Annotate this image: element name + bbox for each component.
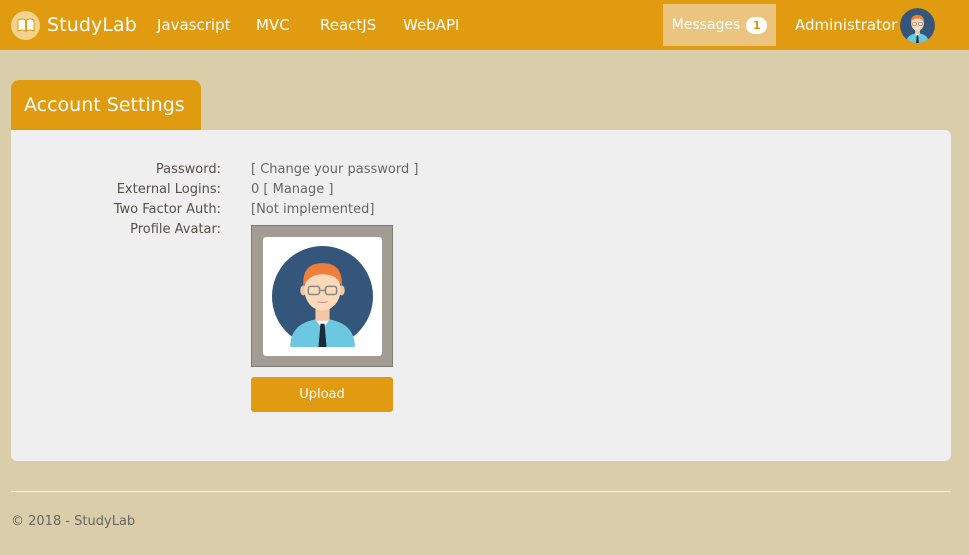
change-password-link[interactable]: [ Change your password ] [251,162,418,178]
open-book-icon [11,10,40,40]
user-avatar-icon [272,246,373,347]
page-title: Account Settings [24,94,185,116]
brand-link[interactable]: StudyLab [11,10,137,40]
avatar-preview-frame [251,225,393,367]
nav-link-webapi[interactable]: WebAPI [403,16,459,34]
top-navbar: StudyLab Javascript MVC ReactJS WebAPI M… [0,0,969,50]
nav-link-mvc[interactable]: MVC [256,16,290,34]
avatar-preview [263,237,382,356]
user-menu-name[interactable]: Administrator [795,16,897,34]
two-factor-value: [Not implemented] [251,202,375,217]
nav-link-javascript[interactable]: Javascript [157,16,230,34]
password-label: Password: [155,162,221,177]
messages-count-badge: 1 [746,16,768,34]
external-logins-label: External Logins: [116,182,221,197]
brand-name: StudyLab [47,14,137,36]
messages-label: Messages [671,17,741,33]
footer-divider [11,491,951,492]
manage-external-logins-link[interactable]: 0 [ Manage ] [251,182,333,198]
user-avatar-icon [900,8,935,43]
page-title-tab: Account Settings [11,80,201,130]
upload-avatar-button[interactable]: Upload [251,377,393,412]
two-factor-label: Two Factor Auth: [113,202,221,217]
account-settings-panel: Password: [ Change your password ] Exter… [11,130,951,461]
messages-button[interactable]: Messages 1 [663,4,776,46]
footer-copyright: © 2018 - StudyLab [11,514,136,529]
profile-avatar-label: Profile Avatar: [130,222,221,237]
nav-link-reactjs[interactable]: ReactJS [320,16,376,34]
user-avatar-small[interactable] [900,8,935,43]
